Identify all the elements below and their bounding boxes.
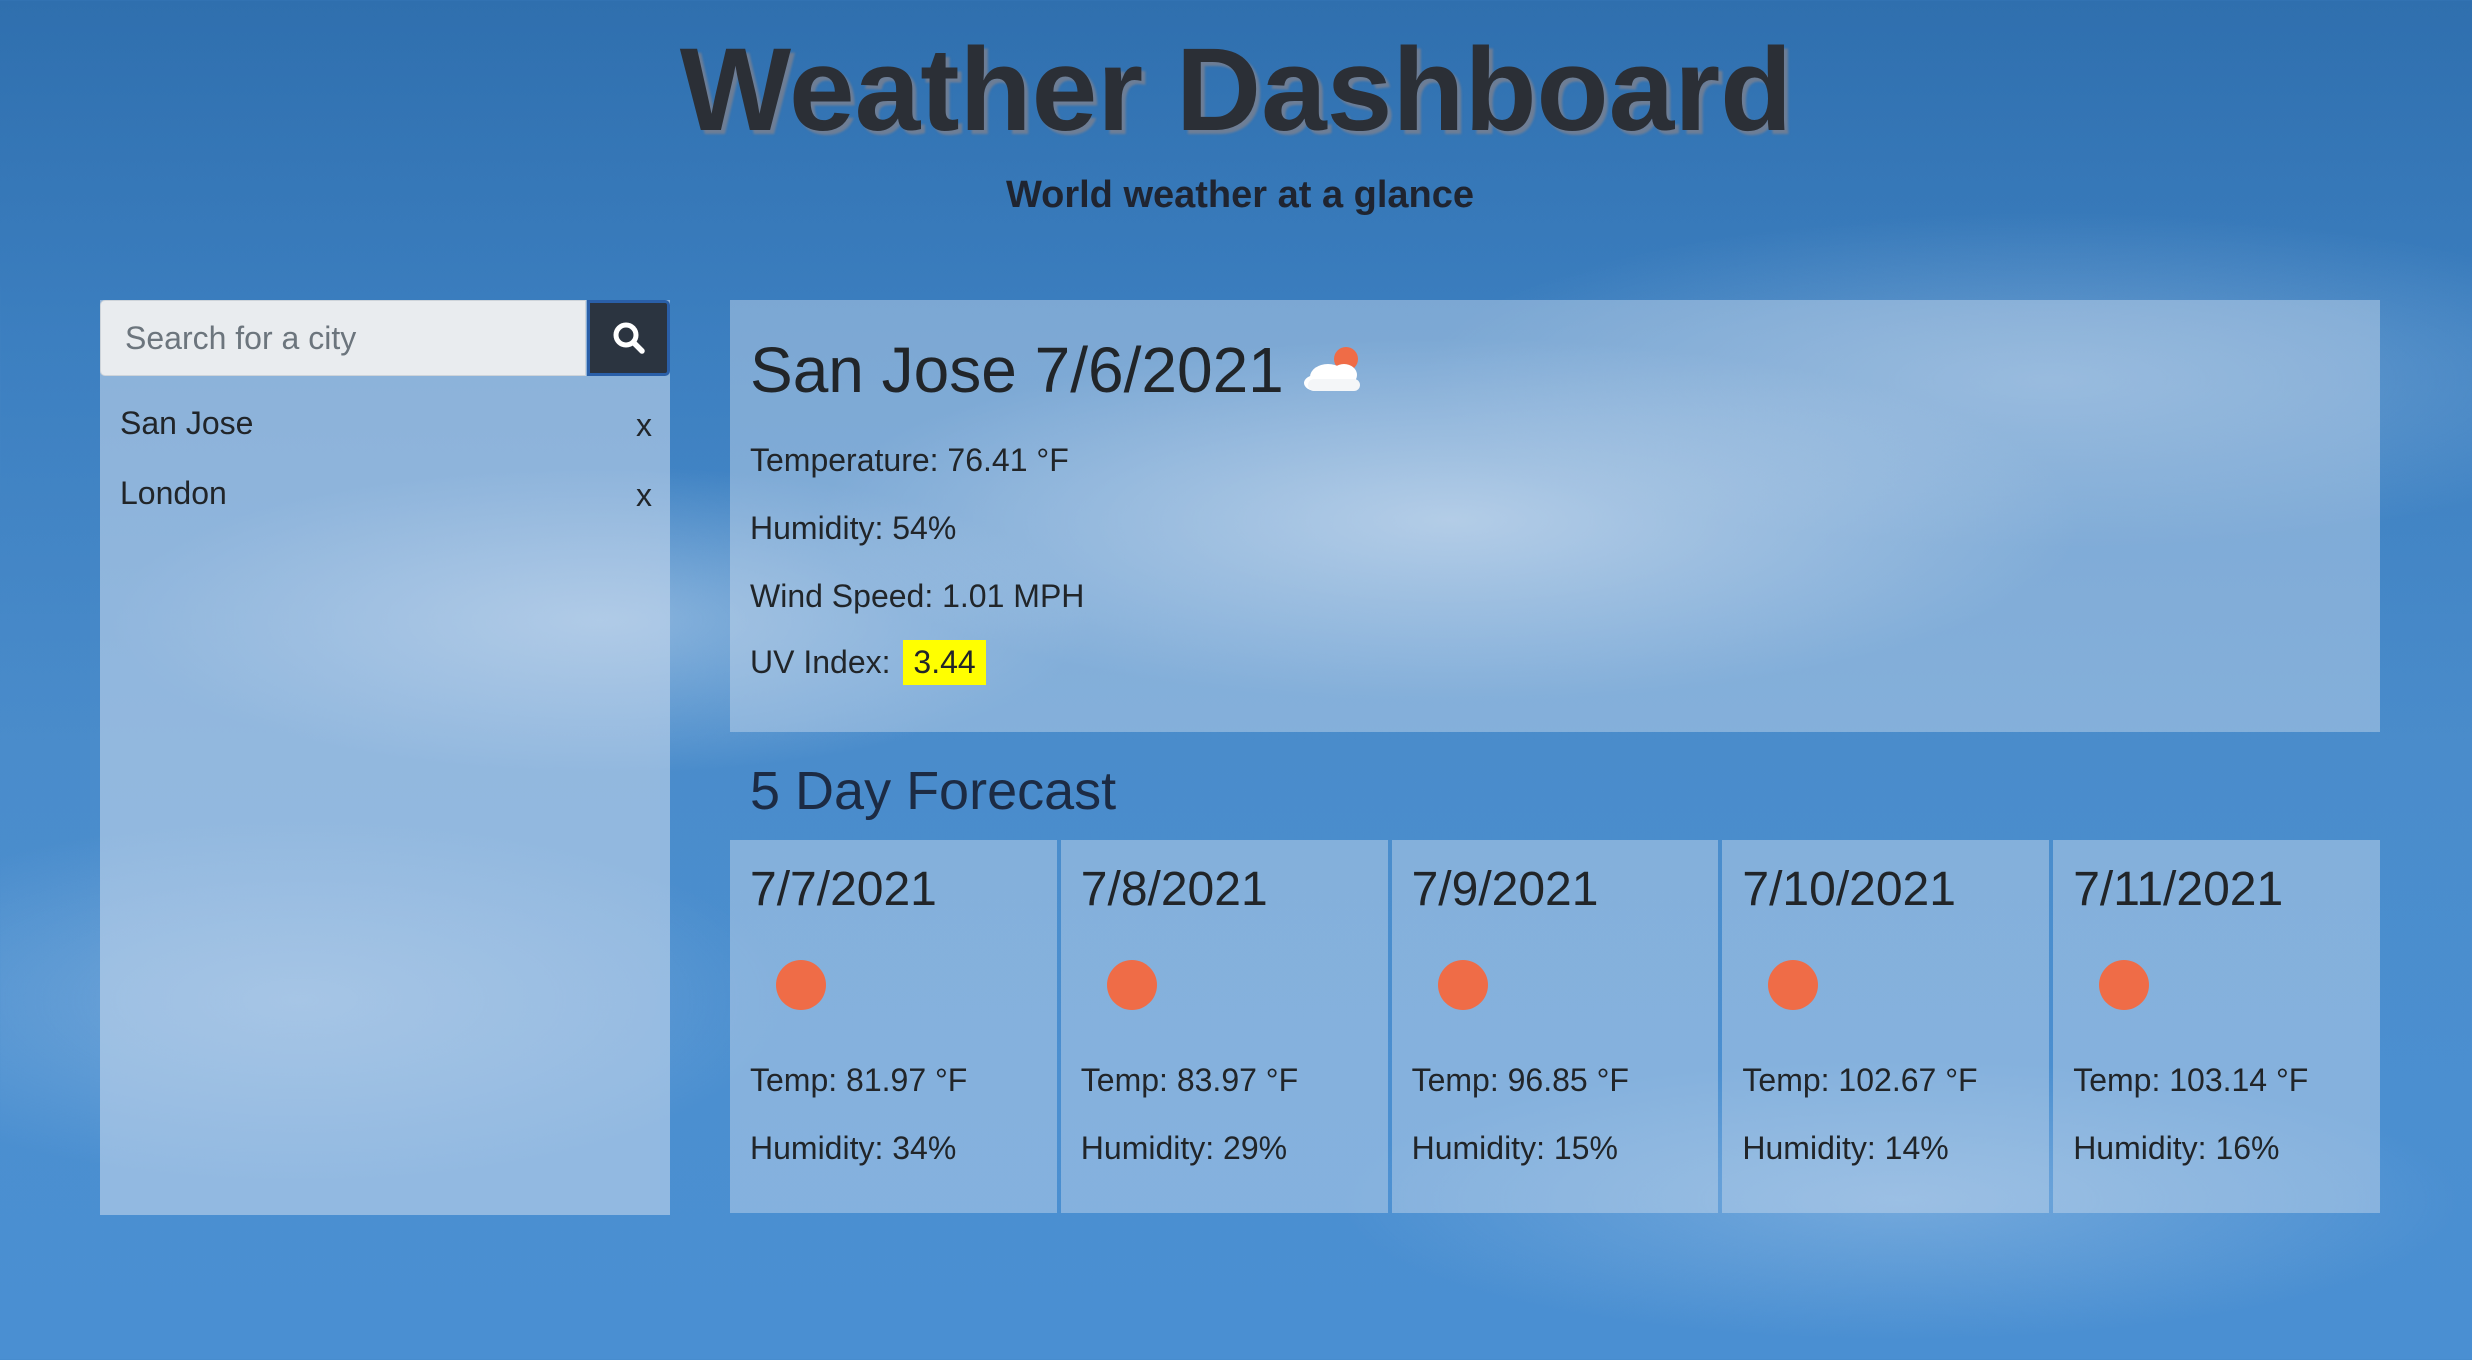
history-item-san-jose[interactable]: San Jose x [100, 395, 670, 465]
forecast-card: 7/8/2021 Temp: 83.97 °F Humidity: 29% [1060, 840, 1388, 1213]
uv-index-label: UV Index: [750, 644, 891, 680]
sun-icon [776, 960, 826, 1010]
sun-icon [1106, 960, 1157, 1010]
forecast-date: 7/11/2021 [2073, 863, 2284, 916]
forecast-date: 7/9/2021 [1411, 863, 1599, 916]
forecast-temp: Temp: 83.97 °F [1080, 1062, 1299, 1098]
forecast-humidity: Humidity: 29% [1080, 1130, 1288, 1166]
forecast-card: 7/11/2021 Temp: 103.14 °F Humidity: 16% [2053, 840, 2380, 1213]
city-search-input[interactable] [100, 300, 586, 376]
partly-cloudy-icon [1300, 336, 1370, 410]
forecast-humidity: Humidity: 14% [1742, 1130, 1949, 1166]
current-weather-card: San Jose 7/6/2021 Temperature: 76.41 °F … [730, 300, 2380, 732]
sun-icon [2099, 960, 2150, 1010]
search-sidebar: San Jose x London x [100, 300, 670, 1215]
search-bar [100, 300, 670, 376]
sun-icon [1768, 960, 1819, 1010]
forecast-card: 7/9/2021 Temp: 96.85 °F Humidity: 15% [1391, 840, 1719, 1213]
forecast-card: 7/10/2021 Temp: 102.67 °F Humidity: 14% [1722, 840, 2050, 1213]
current-humidity: Humidity: 54% [750, 510, 957, 546]
sun-icon [1437, 960, 1488, 1010]
forecast-temp: Temp: 102.67 °F [1742, 1062, 1978, 1098]
search-icon [613, 322, 645, 354]
forecast-date: 7/8/2021 [1080, 863, 1268, 916]
current-temperature: Temperature: 76.41 °F [750, 442, 1069, 478]
remove-city-button[interactable]: x [636, 477, 652, 514]
search-button[interactable] [587, 300, 670, 376]
forecast-date: 7/10/2021 [1742, 863, 1956, 916]
page-subtitle: World weather at a glance [1005, 174, 1475, 216]
forecast-row: 7/7/2021 Temp: 81.97 °F Humidity: 34% 7/… [730, 840, 2380, 1213]
current-city-date: San Jose 7/6/2021 [750, 334, 1284, 406]
forecast-humidity: Humidity: 16% [2073, 1130, 2280, 1166]
forecast-temp: Temp: 96.85 °F [1411, 1062, 1629, 1098]
current-uv-index: UV Index: 3.44 [750, 640, 986, 685]
forecast-date: 7/7/2021 [750, 863, 937, 916]
forecast-humidity: Humidity: 15% [1411, 1130, 1618, 1166]
forecast-card: 7/7/2021 Temp: 81.97 °F Humidity: 34% [730, 840, 1057, 1213]
remove-city-button[interactable]: x [636, 407, 652, 444]
forecast-temp: Temp: 81.97 °F [750, 1062, 968, 1098]
current-weather-heading: San Jose 7/6/2021 [750, 330, 1370, 410]
search-history-list: San Jose x London x [100, 395, 670, 535]
forecast-humidity: Humidity: 34% [750, 1130, 957, 1166]
history-city-name[interactable]: London [120, 475, 227, 512]
page-title: Weather Dashboard [679, 24, 1793, 156]
forecast-title: 5 Day Forecast [750, 761, 1117, 821]
history-item-london[interactable]: London x [100, 465, 670, 535]
current-wind-speed: Wind Speed: 1.01 MPH [750, 578, 1085, 614]
uv-index-badge: 3.44 [903, 640, 986, 685]
site-header: Weather Dashboard World weather at a gla… [0, 0, 2472, 240]
forecast-temp: Temp: 103.14 °F [2073, 1062, 2309, 1098]
history-city-name[interactable]: San Jose [120, 405, 253, 442]
